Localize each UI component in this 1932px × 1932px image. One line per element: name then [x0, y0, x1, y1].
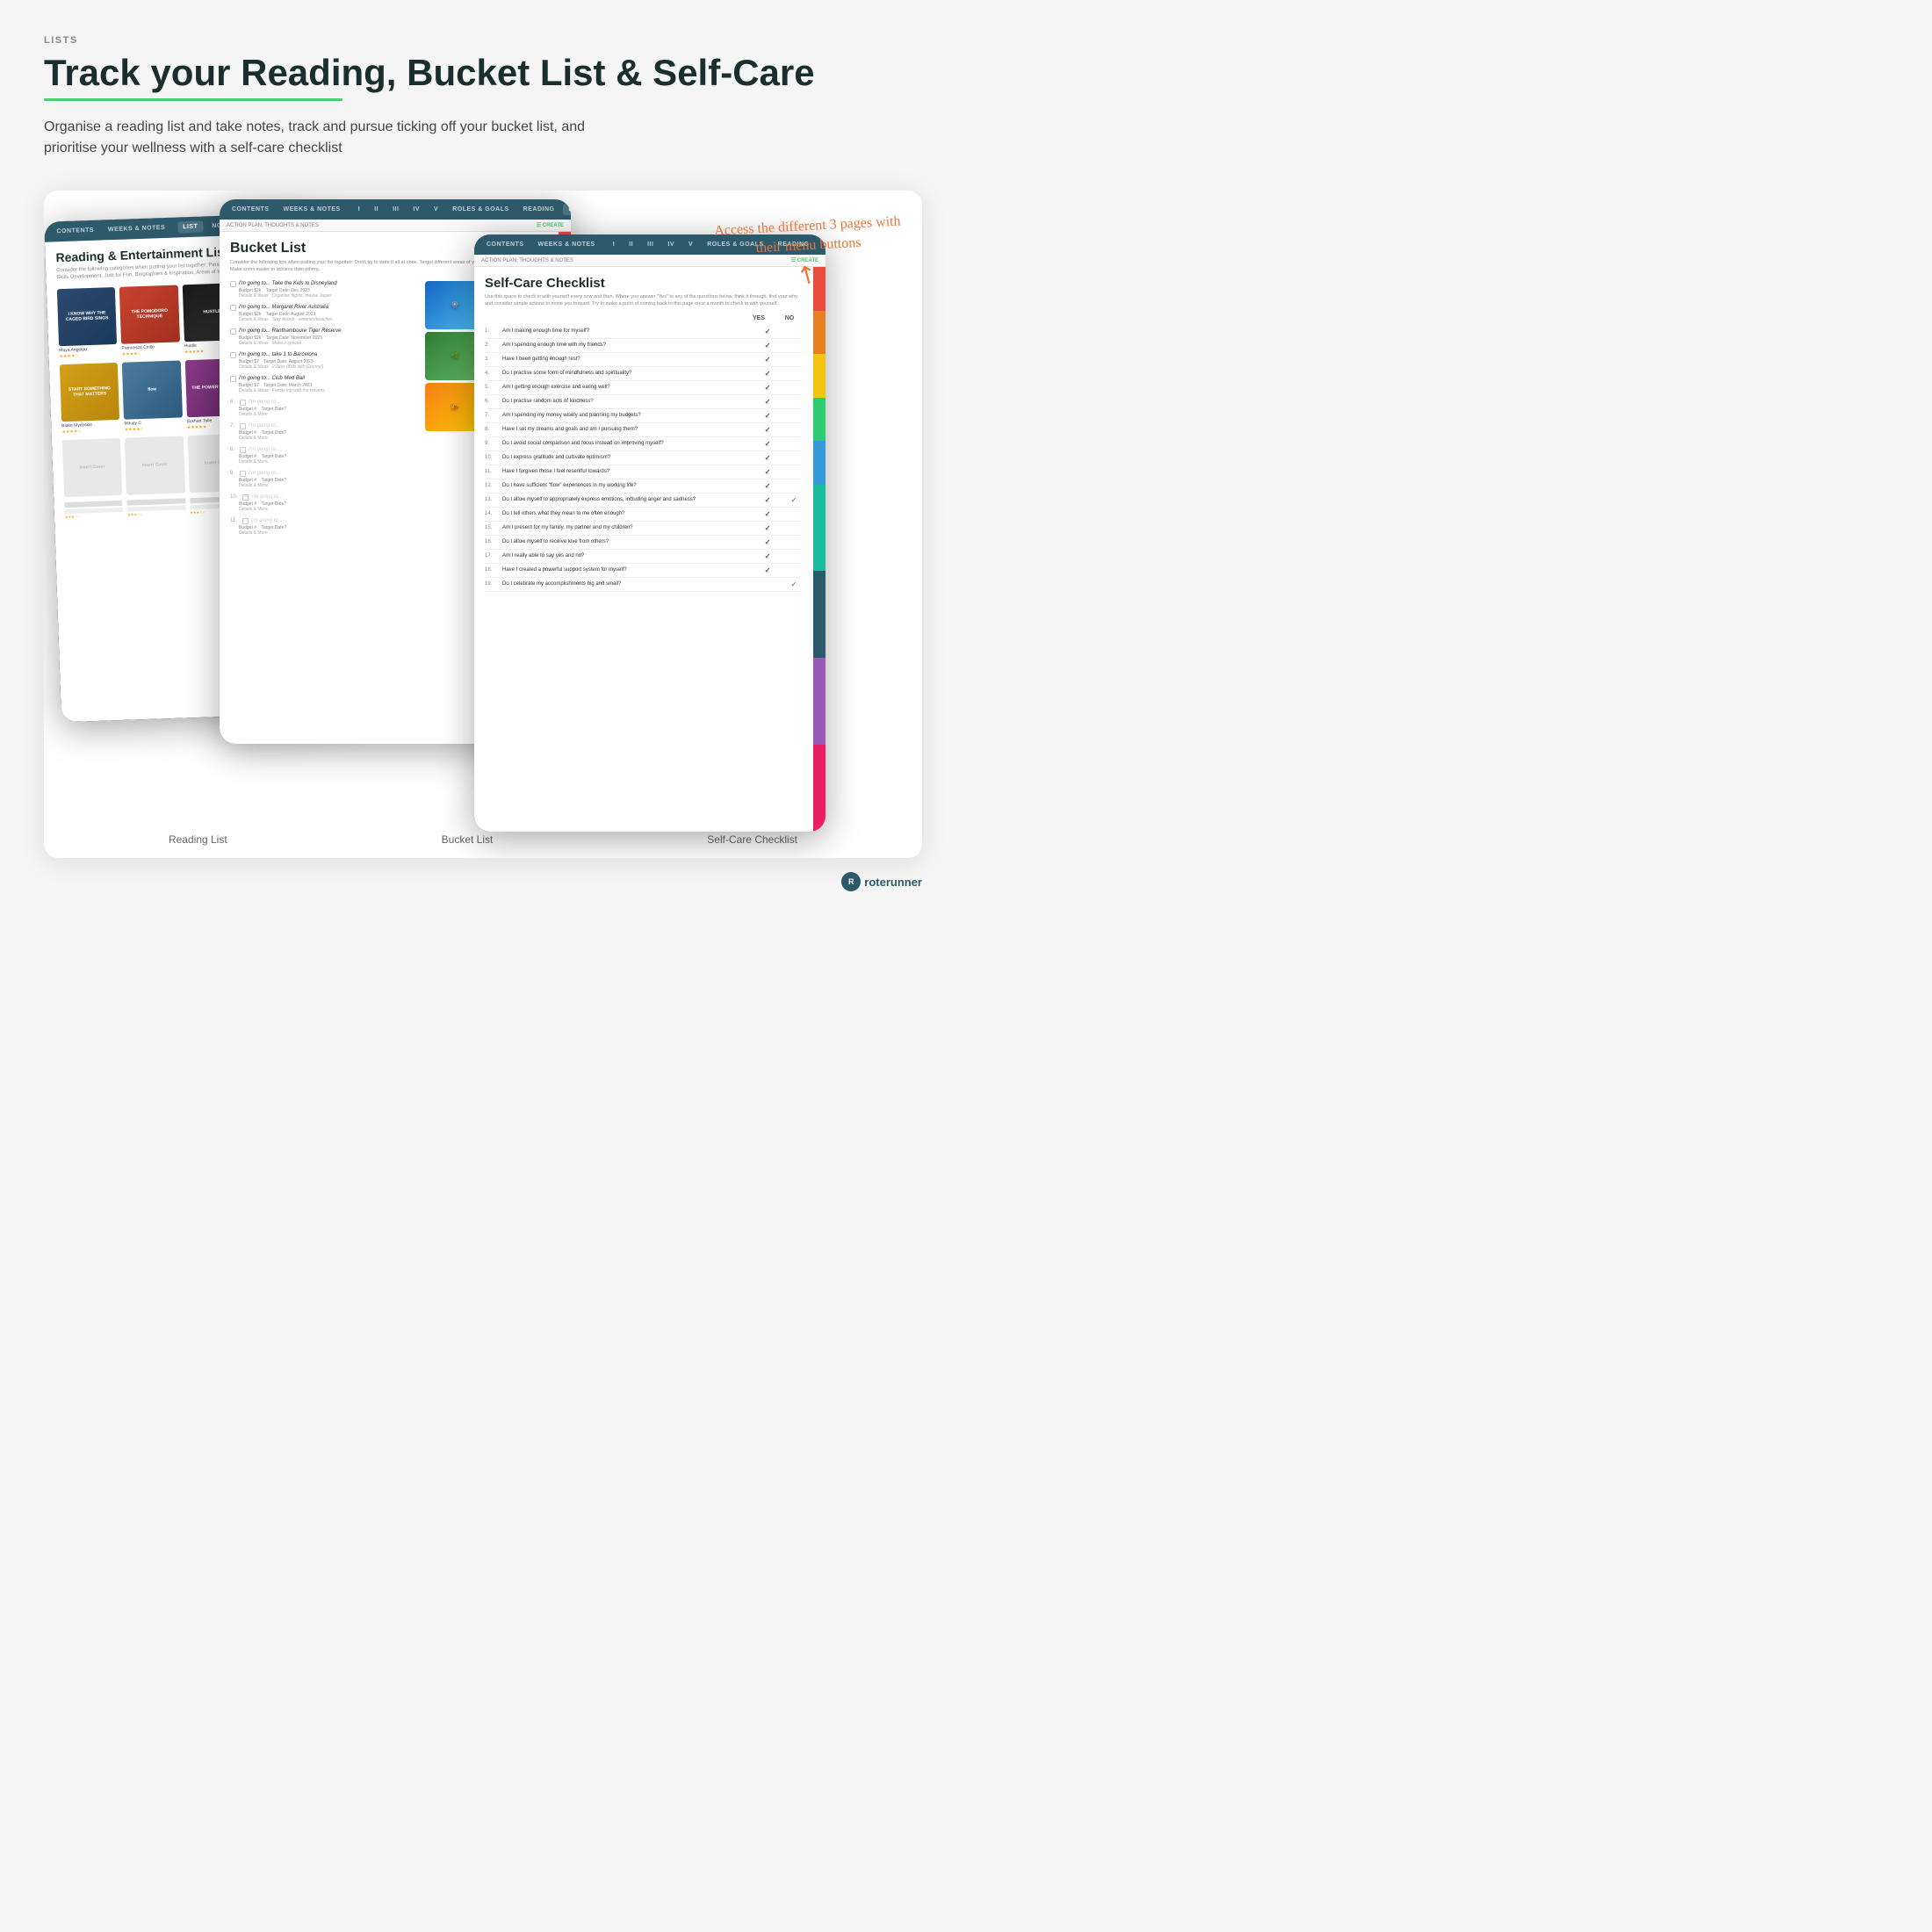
selfcare-item-15: 15.Am I present for my family, my partne…	[485, 522, 803, 536]
bucket-item-3: I'm going to... Ranthamboure Tiger Reser…	[230, 328, 418, 346]
bucket-item-10: 10.I'm going to...Budget # Target Date?D…	[230, 494, 418, 512]
title-underline	[44, 98, 342, 101]
bucket-item-4: I'm going to... take 1 to Barcelona Budg…	[230, 352, 418, 370]
bucket-nav-iii[interactable]: III	[387, 204, 404, 215]
selfcare-nav-weeks[interactable]: WEEKS & NOTES	[533, 239, 601, 250]
bucket-nav-reading[interactable]: READING	[518, 204, 560, 215]
selfcare-item-14: 14.Do I tell others what they mean to me…	[485, 508, 803, 522]
selfcare-item-2: 2.Am I spending enough time with my frie…	[485, 339, 803, 353]
selfcare-item-1: 1.Am I making enough time for myself?✓	[485, 325, 803, 339]
page-subtitle: Organise a reading list and take notes, …	[44, 117, 641, 159]
book-rating-2: ★★★★☆	[122, 350, 180, 357]
selfcare-item-9: 9.Do I avoid social comparison and focus…	[485, 437, 803, 451]
branding-area: R roterunner	[44, 872, 922, 891]
bucket-item-7: 7.I'm going to...Budget # Target Date?De…	[230, 423, 418, 441]
bucket-item-2: I'm going to... Margaret River Australia…	[230, 305, 418, 322]
selfcare-tablet: CONTENTS WEEKS & NOTES I II III IV V ROL…	[474, 234, 825, 832]
bucket-item-6: 6.I'm going to...Budget # Target Date?De…	[230, 400, 418, 417]
no-label: NO	[781, 315, 798, 321]
selfcare-nav-ii[interactable]: II	[624, 239, 638, 250]
selfcare-nav-i[interactable]: I	[608, 239, 620, 250]
nav-contents[interactable]: CONTENTS	[51, 225, 99, 238]
selfcare-nav-iii[interactable]: III	[642, 239, 659, 250]
brand-name: roterunner	[864, 876, 922, 889]
nav-weeks[interactable]: WEEKS & NOTES	[103, 222, 171, 236]
bucket-item-5: I'm going to... Club Med Ball Budget $7 …	[230, 376, 418, 393]
selfcare-action-plan: ACTION PLAN, THOUGHTS & NOTES	[481, 258, 573, 263]
brand-icon: R	[841, 872, 861, 891]
selfcare-subtitle: Use this space to check in with yourself…	[485, 293, 803, 308]
selfcare-caption: Self-Care Checklist	[707, 833, 797, 846]
book-cover-empty-1: Insert Cover	[62, 438, 122, 497]
selfcare-item-19: 19.Do I celebrate my accomplishments big…	[485, 578, 803, 592]
annotation-text: Access the different 3 pages with their …	[710, 212, 905, 261]
bucket-nav-i[interactable]: I	[353, 204, 365, 215]
book-cover-empty-2: Insert Cover	[125, 436, 184, 494]
bucket-nav-bar: CONTENTS WEEKS & NOTES I II III IV V ROL…	[220, 199, 571, 220]
book-rating-6: ★★★★☆	[125, 425, 183, 432]
selfcare-item-18: 18.Have I created a powerful support sys…	[485, 564, 803, 578]
nav-list[interactable]: LIST	[177, 221, 204, 234]
bucket-action-plan: ACTION PLAN, THOUGHTS & NOTES	[227, 223, 319, 228]
bucket-item-8: 8.I'm going to...Budget # Target Date?De…	[230, 447, 418, 465]
bucket-item-1: I'm going to... Take the Kids to Disneyl…	[230, 281, 418, 299]
selfcare-nav-iv[interactable]: IV	[662, 239, 680, 250]
selfcare-item-17: 17.Am I really able to say yes and no?✓	[485, 550, 803, 564]
bucket-item-11: 11.I'm going to...Budget # Target Date?D…	[230, 518, 418, 536]
book-cover-2: THE POMODORO TECHNIQUE	[119, 285, 179, 343]
devices-container: Access the different 3 pages with their …	[44, 191, 922, 858]
selfcare-item-12: 12.Do I have sufficient "flow" experienc…	[485, 479, 803, 494]
bucket-nav-roles[interactable]: ROLES & GOALS	[447, 204, 514, 215]
book-cover-6: flow	[122, 360, 182, 419]
selfcare-item-11: 11.Have I forgiven those I feel resentfu…	[485, 465, 803, 479]
selfcare-item-7: 7.Am I spending my money wisely and plan…	[485, 409, 803, 423]
book-cover-1: I KNOW WHY THE CAGED BIRD SINGS	[57, 287, 117, 346]
bucket-item-9: 9.I'm going to...Budget # Target Date?De…	[230, 471, 418, 488]
page-title: Track your Reading, Bucket List & Self-C…	[44, 53, 922, 93]
selfcare-item-4: 4.Do I practise some form of mindfulness…	[485, 367, 803, 381]
bucket-nav-bucket[interactable]: BUCKET	[563, 204, 571, 215]
yes-label: YES	[750, 315, 768, 321]
annotation-area: Access the different 3 pages with their …	[711, 217, 905, 290]
bucket-nav-ii[interactable]: II	[369, 204, 384, 215]
selfcare-item-3: 3.Have I been getting enough rest?✓	[485, 353, 803, 367]
book-cover-5: START SOMETHING THAT MATTERS	[60, 363, 119, 422]
bucket-create-btn[interactable]: ☰ CREATE	[537, 222, 564, 228]
book-rating-1: ★★★★☆	[59, 352, 117, 359]
bucket-nav-iv[interactable]: IV	[407, 204, 425, 215]
selfcare-item-6: 6.Do I practise random acts of kindness?…	[485, 395, 803, 409]
selfcare-nav-v[interactable]: V	[683, 239, 698, 250]
category-label: LISTS	[44, 35, 922, 46]
book-rating-5: ★★★★☆	[61, 428, 119, 435]
selfcare-item-8: 8.Have I set my dreams and goals and am …	[485, 423, 803, 437]
bucket-nav-v[interactable]: V	[429, 204, 443, 215]
selfcare-item-16: 16.Do I allow myself to receive love fro…	[485, 536, 803, 550]
bucket-nav-weeks[interactable]: WEEKS & NOTES	[278, 204, 346, 215]
brand-logo: R roterunner	[841, 872, 922, 891]
selfcare-item-5: 5.Am I getting enough exercise and eatin…	[485, 381, 803, 395]
reading-list-caption: Reading List	[169, 833, 227, 846]
selfcare-item-10: 10.Do I express gratitude and cultivate …	[485, 451, 803, 465]
bucket-list-caption: Bucket List	[442, 833, 494, 846]
selfcare-nav-contents[interactable]: CONTENTS	[481, 239, 530, 250]
bucket-nav-contents[interactable]: CONTENTS	[227, 204, 275, 215]
selfcare-item-13: 13.Do I allow myself to appropriately ex…	[485, 494, 803, 508]
annotation-arrow: ↙	[790, 259, 825, 292]
